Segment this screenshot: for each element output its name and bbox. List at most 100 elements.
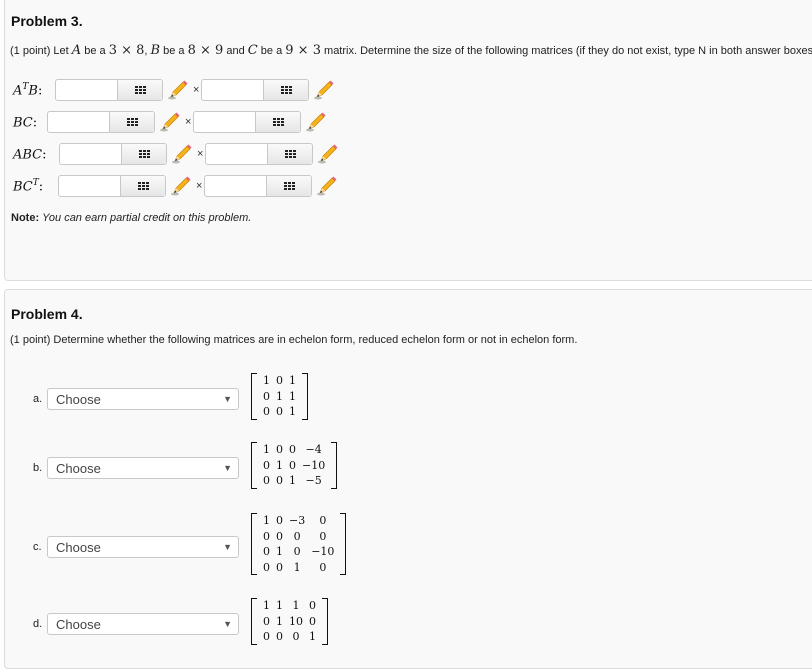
dropdown-arrow-icon: ▼ [223,463,232,473]
cols-answer-input [193,111,302,133]
rows-input-field[interactable] [56,80,117,100]
pencil-icon[interactable] [159,111,181,133]
times-symbol: × [185,116,192,128]
dropdown-selected-value: Choose [56,539,101,555]
item-letter: c. [33,541,42,553]
matrix-cell: −3 [289,514,306,527]
rows-input-field[interactable] [48,112,109,132]
rows-input-field[interactable] [59,176,120,196]
size-answer-row: BC: × [13,110,329,134]
matrix-cell: 1 [263,599,270,612]
matrix-cell: 0 [276,474,283,487]
matrix-cell: 0 [319,514,327,527]
matrix-entry-button[interactable] [255,112,301,132]
matrix-cell: 0 [276,443,283,456]
matrix-cell: 0 [289,443,296,456]
matrix-cell: 0 [263,474,270,487]
right-bracket [322,598,328,645]
matrix-grid-icon [272,118,284,126]
matrix-cell: 0 [276,374,283,387]
dropdown-arrow-icon: ▼ [223,394,232,404]
echelon-form-dropdown[interactable]: Choose ▼ [47,613,239,635]
times-symbol: × [196,180,203,192]
matrix-cell: 1 [289,389,296,403]
matrix-cell: 1 [289,405,296,418]
problem-3-panel: Problem 3. (1 point) Let A be a 3 × 8, B… [4,0,812,281]
item-letter: a. [33,393,43,405]
matrix-grid-icon [280,86,292,94]
pencil-icon[interactable] [171,143,193,165]
matrix-expression-label: BC: [13,115,38,131]
pencil-icon[interactable] [316,175,338,197]
matrix-entry-button[interactable] [121,144,166,164]
pencil-icon[interactable] [170,175,192,197]
matrix-cell: 0 [309,599,316,612]
echelon-form-dropdown[interactable]: Choose ▼ [47,536,239,558]
problem-4-panel: Problem 4. (1 point) Determine whether t… [4,289,812,669]
matrix-cell: 0 [309,614,316,628]
echelon-question-item: d. Choose ▼ [33,613,239,635]
right-bracket [340,513,347,575]
matrix: 101011001 [251,373,308,420]
matrix-cell: 1 [263,514,270,527]
matrix-cell: 0 [263,458,270,472]
matrix-entry-button[interactable] [267,144,313,164]
rows-answer-input [55,79,163,101]
matrix-cell: 1 [292,599,300,612]
rows-answer-input [59,143,167,165]
matrix-cell: 0 [263,389,270,403]
problem-3-title: Problem 3. [11,13,83,29]
matrix: 1 1 1 0 0 1 10 0 0 0 0 1 [251,598,328,645]
matrix-cell: 1 [309,630,316,643]
partial-credit-note: Note: You can earn partial credit on thi… [11,212,252,224]
pencil-icon[interactable] [317,143,339,165]
rows-input-field[interactable] [60,144,121,164]
matrix-expression-label: BCT: [13,177,44,195]
matrix-cell: 1 [293,560,301,574]
rows-answer-input [47,111,155,133]
matrix-cell: 1 [289,474,296,487]
matrix-cell: 0 [292,630,300,643]
echelon-question-item: a. Choose ▼ [33,388,239,410]
matrix-cell: 0 [289,458,296,472]
matrix-entry-button[interactable] [109,112,154,132]
matrix-entry-button[interactable] [120,176,165,196]
pencil-icon[interactable] [313,79,335,101]
matrix-entry-button[interactable] [266,176,312,196]
matrix-cell: 1 [276,599,283,612]
matrix-entry-button[interactable] [263,80,309,100]
size-answer-row: ABC: × [13,142,341,166]
matrix-grid-icon [134,86,146,94]
matrix-cell: 0 [293,529,301,543]
matrix-cell: 0 [293,545,301,558]
cols-input-field[interactable] [202,80,264,100]
size-answer-row: ATB: × [13,78,337,102]
cols-answer-input [204,175,313,197]
dropdown-selected-value: Choose [56,391,101,407]
echelon-question-item: b. Choose ▼ [33,457,239,479]
problem-4-title: Problem 4. [11,306,83,322]
matrix-cell: 0 [263,529,270,543]
matrix-grid-icon [283,182,295,190]
pencil-icon[interactable] [167,79,189,101]
dropdown-arrow-icon: ▼ [223,542,232,552]
echelon-form-dropdown[interactable]: Choose ▼ [47,388,239,410]
matrix-cell: 1 [289,374,296,387]
cols-input-field[interactable] [194,112,256,132]
right-bracket [331,442,338,489]
pencil-icon[interactable] [305,111,327,133]
matrix-entry-button[interactable] [117,80,162,100]
echelon-question-item: c. Choose ▼ [33,536,239,558]
times-symbol: × [193,84,200,96]
cols-input-field[interactable] [205,176,267,196]
matrix-cell: 0 [276,529,283,543]
problem-3-description: (1 point) Let A be a 3 × 8, B be a 8 × 9… [10,43,812,58]
cols-input-field[interactable] [206,144,268,164]
echelon-form-dropdown[interactable]: Choose ▼ [47,457,239,479]
dropdown-selected-value: Choose [56,460,101,476]
matrix-cell: 1 [276,614,283,628]
matrix-cell: 0 [263,630,270,643]
cols-answer-input [205,143,314,165]
matrix-cell: 1 [276,389,283,403]
matrix-cell: 0 [263,614,270,628]
